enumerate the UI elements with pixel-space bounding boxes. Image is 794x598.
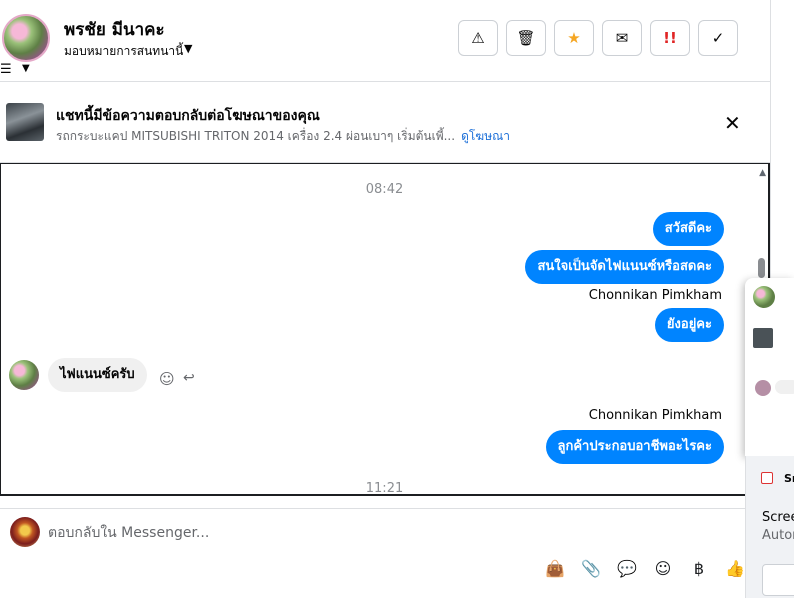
mark-unread-button[interactable]: ✉ <box>602 20 642 56</box>
star-button[interactable]: ★ <box>554 20 594 56</box>
chevron-down-icon[interactable]: ▼ <box>22 63 30 74</box>
scroll-up-arrow-icon[interactable]: ▲ <box>759 168 766 178</box>
paperclip-icon[interactable]: 📎 <box>580 557 602 579</box>
chevron-down-icon[interactable]: ▼ <box>184 42 192 55</box>
follow-up-button[interactable]: !! <box>650 20 690 56</box>
saved-reply-icon[interactable]: 💬 <box>616 557 638 579</box>
notification-line-2: Autor <box>762 528 794 543</box>
contact-avatar[interactable] <box>2 14 50 62</box>
double-exclamation-icon: !! <box>663 29 677 47</box>
emoji-icon[interactable]: ☺ <box>652 557 674 579</box>
incoming-message[interactable]: ไฟแนนซ์ครับ <box>48 358 147 392</box>
checkmark-icon: ✓ <box>711 29 725 47</box>
app-icon <box>761 472 773 484</box>
mini-chat-preview[interactable] <box>745 278 794 456</box>
page-avatar <box>10 517 40 547</box>
message-thread[interactable]: ▲ 08:42 สวัสดีคะ สนใจเป็นจัดไฟแนนซ์หรือส… <box>0 163 770 496</box>
close-icon[interactable]: ✕ <box>724 113 741 133</box>
sender-name: Chonnikan Pimkham <box>588 408 722 423</box>
outgoing-message[interactable]: ยังอยู่คะ <box>654 308 724 342</box>
ad-description: รถกระบะแคป MITSUBISHI TRITON 2014 เครื่อ… <box>56 127 510 146</box>
contact-name[interactable]: พรชัย มีนาคะ <box>64 16 165 43</box>
ad-reply-banner: แชทนี้มีข้อความตอบกลับต่อโฆษณาของคุณ รถก… <box>0 83 770 163</box>
thumbs-up-icon[interactable]: 👍 <box>724 557 746 579</box>
delete-button[interactable]: 🗑 <box>506 20 546 56</box>
page: พรชัย มีนาคะ มอบหมายการสนทนานี้ ▼ ☰ ▼ ⚠ … <box>0 0 794 598</box>
warning-icon: ⚠ <box>471 29 485 47</box>
header-actions: ⚠ 🗑 ★ ✉ !! ✓ <box>458 20 738 56</box>
composer-tools: 👜 📎 💬 ☺ ฿ 👍 <box>544 557 746 579</box>
notification-line-1: Scree <box>762 510 794 525</box>
sender-name: Chonnikan Pimkham <box>588 288 722 303</box>
mark-spam-button[interactable]: ⚠ <box>458 20 498 56</box>
timestamp: 08:42 <box>365 182 404 197</box>
baht-payment-icon[interactable]: ฿ <box>688 557 710 579</box>
smiley-react-icon[interactable]: ☺ <box>159 370 175 388</box>
timestamp: 11:21 <box>365 481 404 496</box>
assign-conversation-label[interactable]: มอบหมายการสนทนานี้ <box>64 42 183 61</box>
mini-message-avatar <box>755 380 771 396</box>
ad-thumbnail <box>6 103 44 141</box>
outgoing-message[interactable]: สนใจเป็นจัดไฟแนนซ์หรือสดคะ <box>525 250 724 284</box>
notification-toast[interactable]: Sn Scree Autor <box>745 456 794 598</box>
scrollbar-thumb[interactable] <box>758 258 765 278</box>
notification-title: Sn <box>784 472 794 485</box>
trash-icon: 🗑 <box>516 29 536 47</box>
reply-input[interactable] <box>48 521 748 545</box>
mini-ad-thumbnail <box>753 328 773 348</box>
outgoing-message[interactable]: ลูกค้าประกอบอาชีพอะไรคะ <box>545 430 724 464</box>
contact-avatar-small[interactable] <box>9 360 39 390</box>
view-ad-link[interactable]: ดูโฆษณา <box>461 129 510 143</box>
notification-button[interactable] <box>762 564 794 596</box>
shopping-bag-icon[interactable]: 👜 <box>544 557 566 579</box>
mini-contact-avatar <box>753 286 775 308</box>
reply-arrow-icon[interactable]: ↩ <box>183 370 195 386</box>
mark-done-button[interactable]: ✓ <box>698 20 738 56</box>
star-icon: ★ <box>567 29 581 47</box>
conversation-header: พรชัย มีนาคะ มอบหมายการสนทนานี้ ▼ ☰ ▼ ⚠ … <box>0 0 770 82</box>
ad-description-text: รถกระบะแคป MITSUBISHI TRITON 2014 เครื่อ… <box>56 129 456 143</box>
envelope-icon: ✉ <box>615 29 629 47</box>
conversation-panel: พรชัย มีนาคะ มอบหมายการสนทนานี้ ▼ ☰ ▼ ⚠ … <box>0 0 770 598</box>
ad-banner-title: แชทนี้มีข้อความตอบกลับต่อโฆษณาของคุณ <box>56 108 320 124</box>
mini-message-bubble <box>775 380 794 394</box>
outgoing-message[interactable]: สวัสดีคะ <box>652 212 724 246</box>
filter-settings-icon[interactable]: ☰ <box>0 62 12 77</box>
message-composer: 👜 📎 💬 ☺ ฿ 👍 <box>0 508 770 598</box>
